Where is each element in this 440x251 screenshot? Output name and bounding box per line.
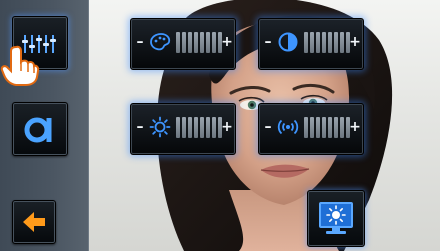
color-increase-button[interactable]: +: [221, 34, 233, 50]
monitor-brightness-icon: [319, 202, 353, 234]
level-segment: [212, 32, 216, 53]
contrast-decrease-button[interactable]: –: [262, 34, 274, 50]
level-segment: [212, 117, 216, 138]
contrast-level-bars[interactable]: [304, 32, 350, 53]
level-segment: [316, 117, 320, 138]
level-segment: [334, 117, 338, 138]
volume-control: – +: [258, 103, 364, 155]
brightness-icon: [149, 116, 171, 138]
color-palette-icon: [150, 33, 171, 51]
level-segment: [206, 32, 210, 53]
level-segment: [200, 32, 204, 53]
level-segment: [304, 117, 308, 138]
level-segment: [206, 117, 210, 138]
level-segment: [322, 117, 326, 138]
color-control: – +: [130, 18, 236, 70]
level-segment: [334, 32, 338, 53]
level-segment: [304, 32, 308, 53]
volume-icon: [277, 119, 299, 135]
level-segment: [310, 32, 314, 53]
a-icon: [24, 117, 52, 143]
level-segment: [322, 32, 326, 53]
level-segment: [176, 117, 180, 138]
volume-level-bars[interactable]: [304, 117, 350, 138]
level-segment: [200, 117, 204, 138]
back-button[interactable]: [12, 200, 56, 244]
level-segment: [194, 32, 198, 53]
level-segment: [328, 117, 332, 138]
level-segment: [188, 117, 192, 138]
volume-increase-button[interactable]: +: [349, 119, 361, 135]
brightness-increase-button[interactable]: +: [221, 119, 233, 135]
contrast-increase-button[interactable]: +: [349, 34, 361, 50]
contrast-control: – +: [258, 18, 364, 70]
level-segment: [316, 32, 320, 53]
display-settings-button[interactable]: [307, 190, 365, 247]
left-panel: [0, 0, 89, 251]
level-segment: [328, 32, 332, 53]
brightness-control: – +: [130, 103, 236, 155]
pointing-hand-icon: [0, 45, 40, 86]
brightness-decrease-button[interactable]: –: [134, 119, 146, 135]
color-decrease-button[interactable]: –: [134, 34, 146, 50]
intercom-screen: – + – + – + – +: [0, 0, 440, 251]
color-level-bars[interactable]: [176, 32, 222, 53]
volume-decrease-button[interactable]: –: [262, 119, 274, 135]
level-segment: [340, 117, 344, 138]
level-segment: [188, 32, 192, 53]
level-segment: [194, 117, 198, 138]
level-segment: [182, 117, 186, 138]
brightness-level-bars[interactable]: [176, 117, 222, 138]
level-segment: [182, 32, 186, 53]
level-segment: [310, 117, 314, 138]
level-segment: [176, 32, 180, 53]
mode-button[interactable]: [12, 102, 68, 156]
level-segment: [340, 32, 344, 53]
contrast-icon: [278, 32, 298, 52]
arrow-left-icon: [23, 212, 45, 232]
